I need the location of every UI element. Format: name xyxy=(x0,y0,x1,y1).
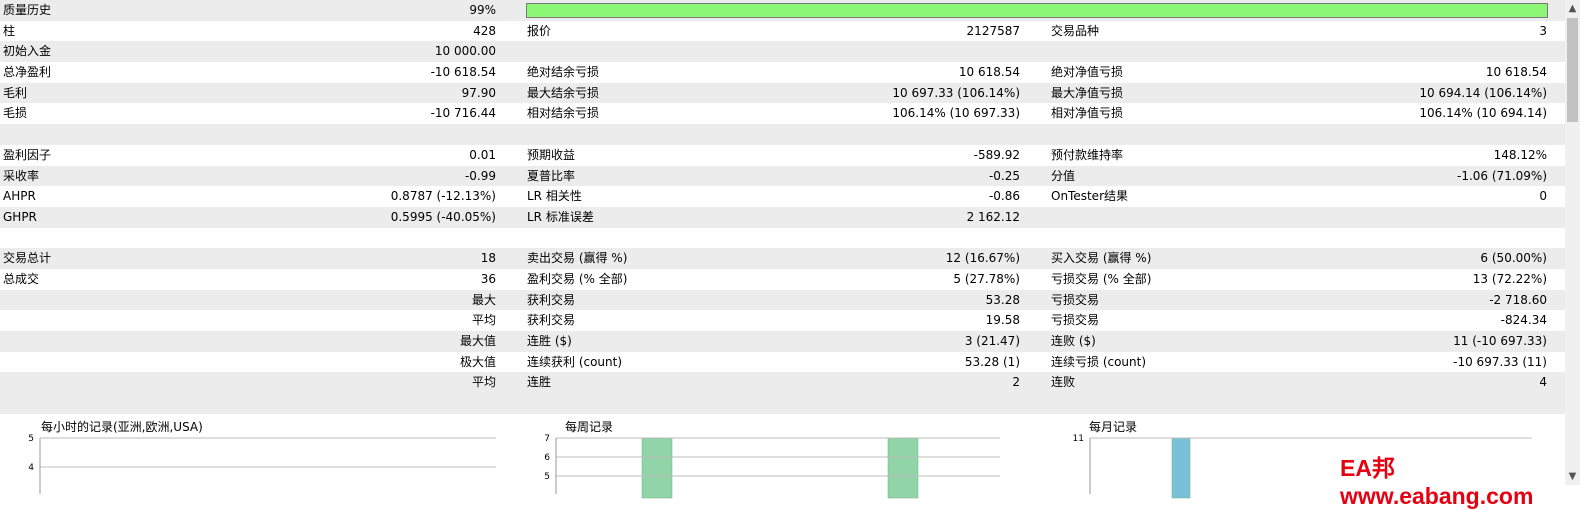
row-value: 3 (21.47) xyxy=(964,334,1020,348)
row-value: 0.8787 (-12.13%) xyxy=(390,189,496,204)
table-row: 最大值 连胜 ($) 3 (21.47) 连败 ($) 11 (-10 697.33) xyxy=(0,331,1565,352)
table-row: 平均 连胜 2 连败 4 xyxy=(0,372,1565,394)
row-value: -0.86 xyxy=(988,189,1020,204)
scroll-up-icon[interactable]: ▲ xyxy=(1565,0,1580,17)
row-value: 10 618.54 xyxy=(1485,65,1547,80)
report-table: 质量历史 99% 柱 428 报价 2127587 交易品种 3 初始入金 10 000.00… xyxy=(0,0,1565,414)
row-value: 0.01 xyxy=(469,147,496,162)
stats-rows: 柱 428 报价 2127587 交易品种 3 初始入金 10 000.00 总净盈利 -10 6… xyxy=(0,21,1565,414)
row-value: 97.90 xyxy=(461,85,496,100)
row-value: 极大值 xyxy=(459,354,496,369)
row-value: 最大值 xyxy=(459,334,496,348)
row-value: 36 xyxy=(480,271,496,286)
row-value: 12 (16.67%) xyxy=(945,251,1020,266)
table-row: 交易总计 18 卖出交易 (赢得 %) 12 (16.67%) 买入交易 (赢得 %) 6… xyxy=(0,248,1565,269)
y-tick-label: 6 xyxy=(544,453,550,463)
scrollbar-thumb[interactable] xyxy=(1567,18,1578,122)
row-value xyxy=(527,41,1020,62)
chart-bar xyxy=(887,437,919,499)
table-row: 总净盈利 -10 618.54 绝对结余亏损 10 618.54 绝对净值亏损 10 61… xyxy=(0,62,1565,83)
row-value: 10 694.14 (106.14%) xyxy=(1419,85,1547,100)
row-value: 18 xyxy=(480,251,496,266)
row-value: 6 (50.00%) xyxy=(1480,251,1547,266)
table-row: 平均 获利交易 19.58 亏损交易 -824.34 xyxy=(0,310,1565,331)
row-value: -2 718.60 xyxy=(1489,292,1547,307)
row-value: -589.92 xyxy=(973,147,1020,162)
y-tick-label: 5 xyxy=(28,434,34,444)
row-value: -824.34 xyxy=(1500,313,1547,328)
row-value: 106.14% (10 697.33) xyxy=(892,106,1020,121)
row-value: -10 716.44 xyxy=(430,106,496,121)
row-value xyxy=(1051,124,1547,145)
y-tick-label: 4 xyxy=(28,463,34,473)
row-quality: 质量历史 99% xyxy=(0,0,1565,21)
row-value xyxy=(1051,41,1547,62)
row-value: 10 618.54 xyxy=(958,65,1020,80)
row-value: 428 xyxy=(473,23,496,38)
y-tick-label: 5 xyxy=(544,472,550,482)
row-value: 53.28 xyxy=(985,292,1020,307)
table-row: 最大 获利交易 53.28 亏损交易 -2 718.60 xyxy=(0,289,1565,311)
table-row: 总成交 36 盈利交易 (% 全部) 5 (27.78%) 亏损交易 (% 全部) 13 … xyxy=(0,269,1565,290)
quality-progress-bar xyxy=(526,3,1548,18)
row-value xyxy=(0,124,496,145)
row-value: 平均 xyxy=(471,313,496,328)
row-value: 0.5995 (-40.05%) xyxy=(390,209,496,224)
row-value: 13 (72.22%) xyxy=(1472,271,1547,286)
row-value xyxy=(1051,228,1547,249)
spacer-row xyxy=(0,393,1565,414)
row-value: 11 (-10 697.33) xyxy=(1453,334,1547,348)
row-value: 0 xyxy=(1539,189,1547,204)
table-row: GHPR 0.5995 (-40.05%) LR 标准误差 2 162.12 xyxy=(0,206,1565,228)
row-value xyxy=(527,124,1020,145)
table-row: 盈利因子 0.01 预期收益 -589.92 预付款维持率 148.12% xyxy=(0,145,1565,166)
row-value: 106.14% (10 694.14) xyxy=(1419,106,1547,121)
row-value: 最大 xyxy=(471,292,496,307)
value-quality: 99% xyxy=(469,3,496,17)
table-row: 极大值 连续获利 (count) 53.28 (1) 连续亏损 (count) -10 … xyxy=(0,352,1565,373)
table-row: 采收率 -0.99 夏普比率 -0.25 分值 -1.06 (71.09%) xyxy=(0,165,1565,187)
row-value: 19.58 xyxy=(985,313,1020,328)
row-value: 148.12% xyxy=(1493,147,1547,162)
chart-weekly-svg: 7 6 5 xyxy=(544,434,1000,499)
row-value: 10 000.00 xyxy=(434,44,496,59)
row-value xyxy=(1051,207,1547,228)
row-value: 5 (27.78%) xyxy=(953,271,1020,286)
chart-bar xyxy=(641,437,673,499)
row-value: -0.25 xyxy=(988,168,1020,183)
row-value xyxy=(527,228,1020,249)
row-value: -10 697.33 (11) xyxy=(1453,354,1547,369)
chart-hourly-svg: 54 xyxy=(28,434,496,494)
vertical-scrollbar[interactable]: ▲ ▼ xyxy=(1565,0,1580,485)
row-value: -1.06 (71.09%) xyxy=(1457,168,1547,183)
table-row: 毛利 97.90 最大结余亏损 10 697.33 (106.14%) 最大净值亏损 10… xyxy=(0,82,1565,104)
row-value xyxy=(0,228,496,249)
table-row: 柱 428 报价 2127587 交易品种 3 xyxy=(0,21,1565,42)
table-row xyxy=(0,124,1565,145)
y-tick-label: 7 xyxy=(544,434,550,444)
row-value: 4 xyxy=(1539,375,1547,390)
watermark-logo: EA邦www.eabang.com xyxy=(1340,455,1534,509)
table-row: 毛损 -10 716.44 相对结余亏损 106.14% (10 697.33) 相对净… xyxy=(0,103,1565,124)
row-value: -0.99 xyxy=(464,168,496,183)
y-tick-label: 11 xyxy=(1073,434,1084,444)
row-value: 平均 xyxy=(471,375,496,390)
row-value: 2 xyxy=(1012,375,1020,390)
table-row: AHPR 0.8787 (-12.13%) LR 相关性 -0.86 OnTester结… xyxy=(0,186,1565,207)
row-value: 53.28 (1) xyxy=(964,354,1020,369)
row-value: -10 618.54 xyxy=(430,65,496,80)
row-value: 2127587 xyxy=(966,23,1020,38)
table-row: 初始入金 10 000.00 xyxy=(0,41,1565,63)
row-value: 2 162.12 xyxy=(966,209,1020,224)
table-row xyxy=(0,228,1565,249)
chart-bar xyxy=(1171,437,1191,499)
row-value: 3 xyxy=(1539,23,1547,38)
row-value: 10 697.33 (106.14%) xyxy=(892,85,1020,100)
